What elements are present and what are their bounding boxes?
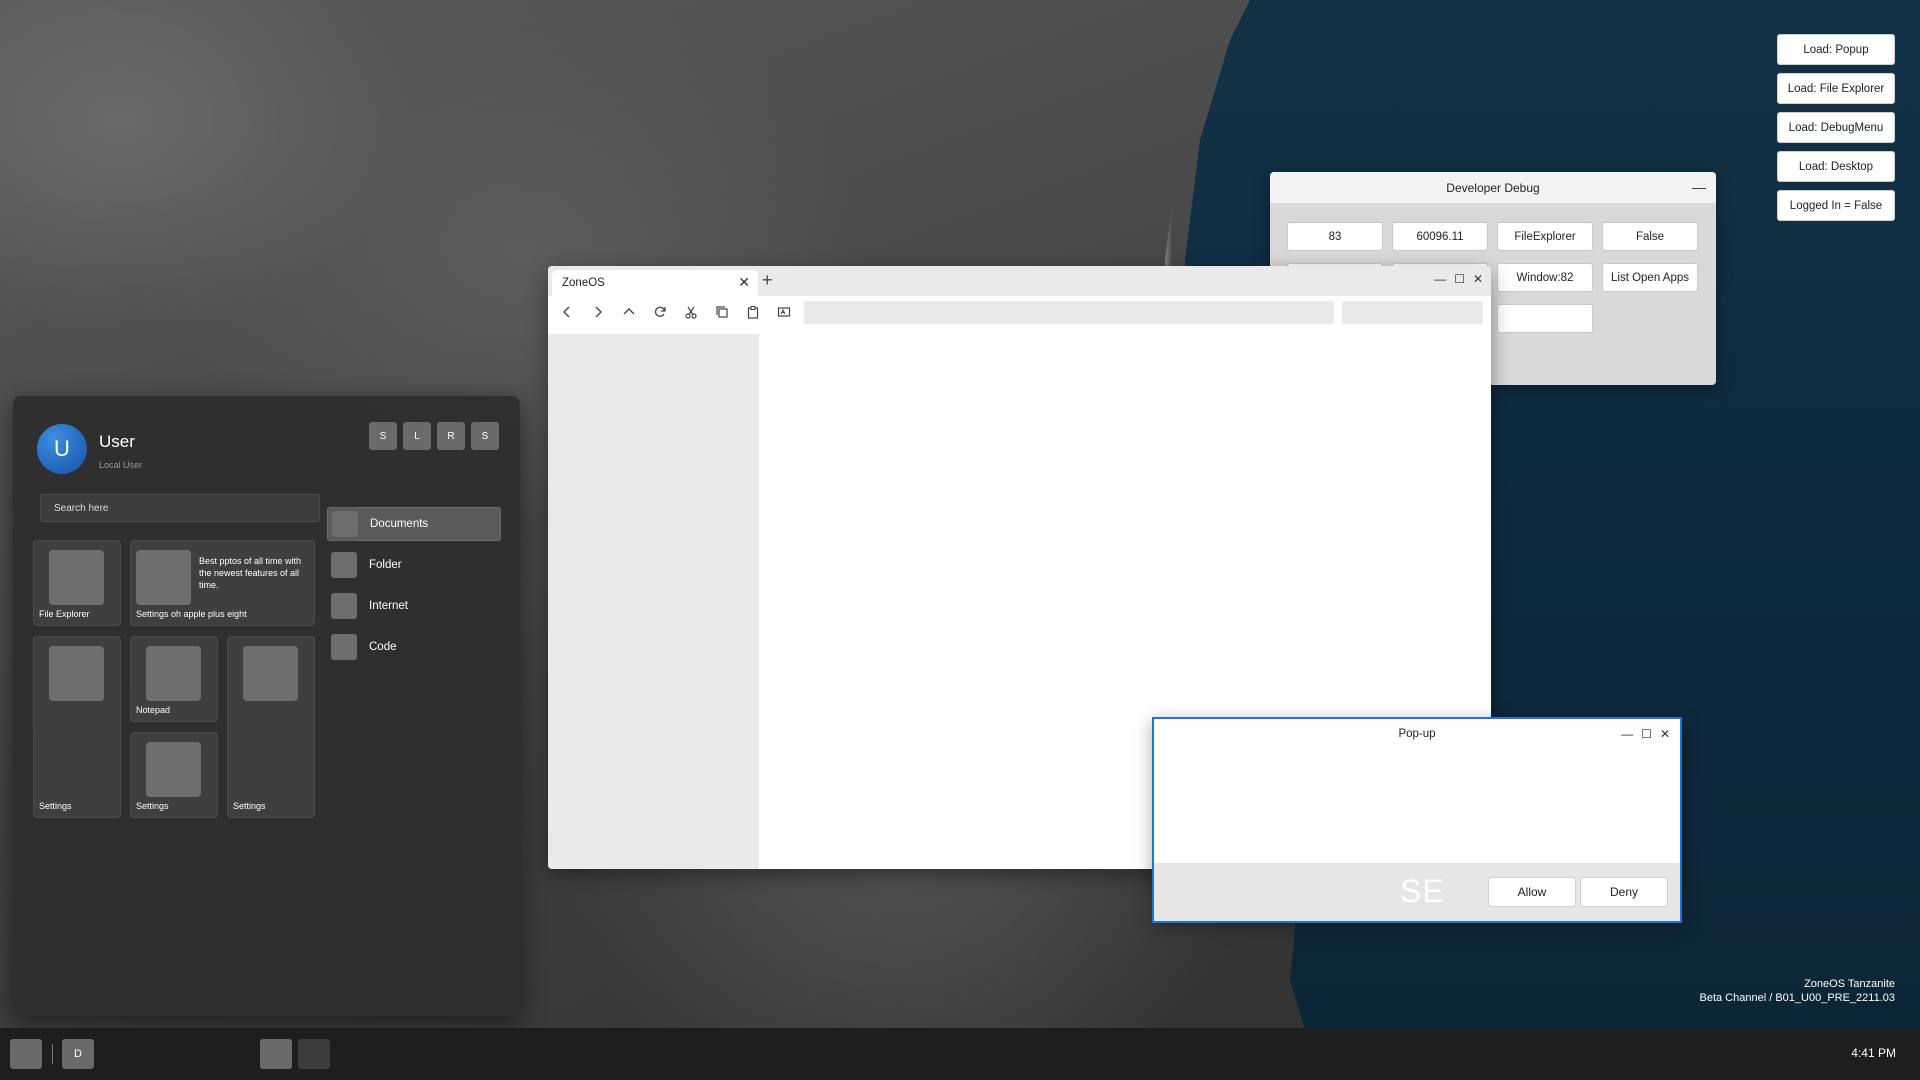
refresh-icon[interactable] [651, 303, 669, 321]
tile-label: File Explorer [39, 609, 90, 619]
quick-links: Documents Folder Internet Code [327, 507, 501, 671]
explorer-sidebar[interactable] [548, 334, 759, 869]
developer-debug-title: Developer Debug [1446, 180, 1540, 195]
developer-debug-titlebar[interactable]: Developer Debug — [1270, 172, 1716, 203]
file-explorer-icon [49, 550, 104, 605]
minimize-icon[interactable]: — [1692, 179, 1706, 195]
address-bar[interactable] [804, 301, 1334, 324]
close-tab-icon[interactable]: ✕ [738, 274, 750, 291]
settings-icon [146, 742, 201, 797]
taskbar-divider [52, 1044, 53, 1064]
start-button[interactable] [10, 1039, 42, 1069]
tile-label: Settings [39, 801, 72, 811]
explorer-toolbar [548, 296, 1491, 328]
debug-uptime-button[interactable]: 60096.11 [1392, 222, 1488, 251]
quick-link-label: Code [369, 641, 397, 653]
restart-button[interactable]: R [437, 422, 465, 450]
build-name: ZoneOS Tanzanite [1804, 978, 1895, 990]
maximize-icon[interactable]: ☐ [1641, 727, 1652, 741]
minimize-icon[interactable]: — [1621, 727, 1633, 741]
tile-label: Settings [136, 801, 169, 811]
build-channel: Beta Channel / B01_U00_PRE_2211.03 [1699, 992, 1896, 1004]
explorer-tab[interactable]: ZoneOS ✕ [552, 270, 758, 296]
debug-window-count-button[interactable]: 83 [1287, 222, 1383, 251]
paste-icon[interactable] [744, 303, 762, 321]
forward-icon[interactable] [589, 303, 607, 321]
tile-file-explorer[interactable]: File Explorer [33, 540, 121, 626]
copy-icon[interactable] [713, 303, 731, 321]
tile-settings-tall-right[interactable]: Settings [227, 636, 315, 818]
logged-in-status-button[interactable]: Logged In = False [1777, 190, 1895, 221]
internet-icon [331, 593, 357, 619]
rename-icon[interactable] [775, 303, 793, 321]
taskbar-app-popup[interactable] [298, 1039, 330, 1069]
user-account-type: Local User [99, 460, 143, 470]
up-icon[interactable] [620, 303, 638, 321]
settings-icon [49, 646, 104, 701]
popup-footer: SE Allow Deny [1154, 863, 1680, 921]
taskbar: D 4:41 PM [0, 1028, 1920, 1080]
explorer-tab-title: ZoneOS [562, 277, 605, 289]
quick-link-folder[interactable]: Folder [327, 548, 501, 582]
allow-button[interactable]: Allow [1488, 877, 1576, 907]
lock-button[interactable]: L [403, 422, 431, 450]
list-open-apps-button[interactable]: List Open Apps [1602, 263, 1698, 292]
load-popup-button[interactable]: Load: Popup [1777, 34, 1895, 65]
load-desktop-button[interactable]: Load: Desktop [1777, 151, 1895, 182]
popup-titlebar[interactable]: Pop-up — ☐ ✕ [1154, 719, 1680, 749]
documents-icon [332, 511, 358, 537]
tile-label: Settings [233, 801, 266, 811]
load-debugmenu-button[interactable]: Load: DebugMenu [1777, 112, 1895, 143]
code-icon [331, 634, 357, 660]
cut-icon[interactable] [682, 303, 700, 321]
popup-title: Pop-up [1398, 728, 1436, 740]
explorer-search-input[interactable] [1342, 301, 1483, 324]
folder-icon [331, 552, 357, 578]
tile-notepad[interactable]: Notepad [130, 636, 218, 722]
start-search-input[interactable]: Search here [40, 494, 320, 522]
quick-link-documents[interactable]: Documents [327, 507, 501, 541]
close-icon[interactable]: ✕ [1660, 727, 1670, 741]
explorer-tabstrip[interactable]: ZoneOS ✕ + — ☐ ✕ [548, 266, 1491, 296]
taskbar-app-explorer[interactable] [260, 1039, 292, 1069]
tile-settings-tall-left[interactable]: Settings [33, 636, 121, 818]
taskbar-clock[interactable]: 4:41 PM [1851, 1046, 1896, 1060]
explorer-window-controls: — ☐ ✕ [1434, 272, 1483, 286]
tile-label: Notepad [136, 705, 171, 715]
tile-description: Best pptos of all time with the newest f… [199, 556, 302, 590]
close-icon[interactable]: ✕ [1473, 272, 1483, 286]
load-file-explorer-button[interactable]: Load: File Explorer [1777, 73, 1895, 104]
build-watermark: ZoneOS Tanzanite Beta Channel / B01_U00_… [1700, 977, 1896, 1005]
quick-link-label: Internet [369, 600, 408, 612]
debug-flag-button[interactable]: False [1602, 222, 1698, 251]
maximize-icon[interactable]: ☐ [1454, 272, 1465, 286]
deny-button[interactable]: Deny [1580, 877, 1668, 907]
back-icon[interactable] [558, 303, 576, 321]
debug-active-app-button[interactable]: FileExplorer [1497, 222, 1593, 251]
debug-window-id-button[interactable]: Window:82 [1497, 263, 1593, 292]
quick-link-code[interactable]: Code [327, 630, 501, 664]
avatar[interactable]: U [37, 424, 87, 474]
tile-settings-wide[interactable]: Best pptos of all time with the newest f… [130, 540, 315, 626]
user-name: User [99, 432, 135, 451]
tile-label: Settings oh apple plus eight [136, 609, 247, 619]
minimize-icon[interactable]: — [1434, 272, 1446, 286]
quick-link-label: Documents [370, 518, 429, 530]
sleep-button[interactable]: S [369, 422, 397, 450]
tile-settings-small[interactable]: Settings [130, 732, 218, 818]
taskbar-pinned-app[interactable]: D [62, 1039, 94, 1069]
notepad-icon [146, 646, 201, 701]
quick-link-internet[interactable]: Internet [327, 589, 501, 623]
new-tab-icon[interactable]: + [762, 270, 773, 291]
debug-load-buttons: Load: Popup Load: File Explorer Load: De… [1777, 34, 1895, 221]
start-menu: U User Local User S L R S Search here Fi… [13, 396, 520, 1016]
shutdown-button[interactable]: S [471, 422, 499, 450]
settings-icon [243, 646, 298, 701]
debug-blank-button[interactable] [1497, 304, 1593, 333]
quick-link-label: Folder [369, 559, 402, 571]
popup-window: Pop-up — ☐ ✕ SE Allow Deny [1152, 717, 1682, 923]
power-buttons: S L R S [369, 422, 499, 450]
popup-logo: SE [1400, 873, 1445, 909]
settings-icon [136, 550, 191, 605]
